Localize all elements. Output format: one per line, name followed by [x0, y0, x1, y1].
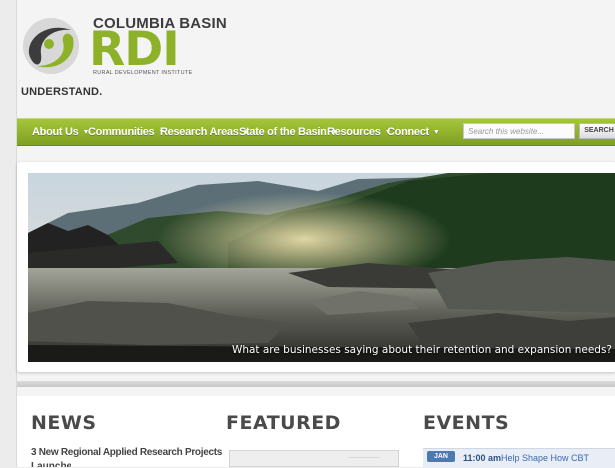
- news-heading: NEWS: [31, 412, 97, 434]
- news-item-link-continued[interactable]: Launched: [31, 461, 71, 467]
- event-item[interactable]: JAN 11:00 am Help Shape How CBT: [423, 448, 615, 468]
- site-tagline: UNDERSTAND.: [21, 86, 103, 98]
- featured-thumb-caption: ————————: [348, 454, 380, 459]
- brand-logo-text[interactable]: RDI: [89, 25, 180, 75]
- event-time: 11:00 am: [463, 453, 502, 463]
- nav-item-resources[interactable]: Resources ▼: [327, 119, 391, 145]
- nav-item-label: Research Areas: [160, 126, 239, 138]
- nav-item-label: Communities: [88, 126, 155, 138]
- hero-slide[interactable]: What are businesses saying about their r…: [28, 173, 615, 362]
- nav-item-label: About Us: [32, 126, 79, 138]
- search-input[interactable]: Search this website...: [463, 123, 575, 139]
- event-title-link[interactable]: Help Shape How CBT: [501, 453, 589, 463]
- main-nav: About Us ▼ Communities ▼ Research Areas ▼ S…: [17, 118, 615, 146]
- nav-item-research-areas[interactable]: Research Areas ▼: [160, 119, 249, 145]
- page: COLUMBIA BASIN RDI RURAL DEVELOPMENT INS…: [16, 0, 615, 468]
- nav-item-label: State of the Basin: [239, 126, 327, 138]
- nav-item-label: Connect: [387, 126, 429, 138]
- hero-caption[interactable]: What are businesses saying about their r…: [232, 344, 612, 356]
- nav-item-label: Resources: [327, 126, 381, 138]
- nav-item-communities[interactable]: Communities ▼: [88, 119, 165, 145]
- news-item-link[interactable]: 3 New Regional Applied Research Projects: [31, 447, 222, 458]
- event-month-badge: JAN: [427, 451, 455, 462]
- events-heading: EVENTS: [423, 412, 510, 434]
- featured-thumbnail[interactable]: ————————: [229, 450, 399, 467]
- nav-item-about-us[interactable]: About Us ▼: [32, 119, 89, 145]
- nav-item-connect[interactable]: Connect ▼: [387, 119, 440, 145]
- featured-heading: FEATURED: [226, 412, 341, 434]
- search-button[interactable]: SEARCH: [579, 123, 615, 139]
- logo-swirl-icon[interactable]: [19, 14, 83, 78]
- brand-subtitle: RURAL DEVELOPMENT INSTITUTE: [93, 70, 193, 76]
- chevron-down-icon: ▼: [432, 129, 440, 136]
- nav-item-state-of-the-basin[interactable]: State of the Basin ▼: [239, 119, 337, 145]
- section-divider: [17, 381, 615, 387]
- hero-landscape-image: [28, 173, 615, 362]
